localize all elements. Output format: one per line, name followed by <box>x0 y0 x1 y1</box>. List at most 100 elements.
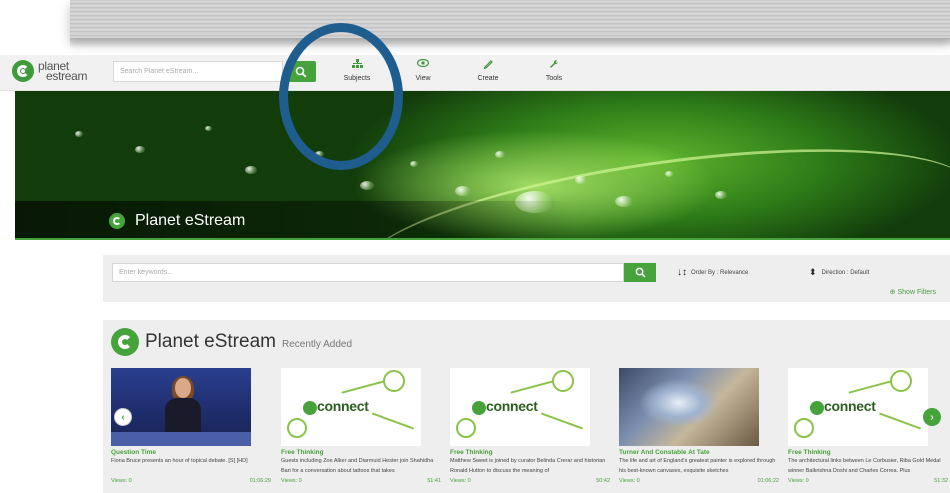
media-thumbnail[interactable]: connect <box>450 368 590 446</box>
connect-dot <box>472 401 486 415</box>
media-card[interactable]: Question Time Fiona Bruce presents an ho… <box>111 368 271 484</box>
media-meta: Views: 0 51:32 <box>788 478 948 484</box>
nav-tools[interactable]: Tools <box>524 59 584 82</box>
planet-estream-logo[interactable]: planet estream <box>12 60 88 82</box>
recently-added-brand: Planet eStream <box>145 331 276 352</box>
media-thumbnail[interactable]: connect <box>281 368 421 446</box>
header-search-input[interactable]: Search Planet eStream... <box>113 61 283 82</box>
hero-banner: Planet eStream <box>15 91 950 239</box>
planet-estream-mark-icon <box>111 328 139 356</box>
wrench-icon <box>524 59 584 71</box>
media-meta: Views: 0 51:41 <box>281 478 441 484</box>
connect-ring <box>456 418 476 438</box>
media-title[interactable]: Free Thinking <box>450 449 610 456</box>
connect-ring <box>794 418 814 438</box>
show-filters-label: Show Filters <box>897 289 936 296</box>
logo-mark-icon <box>12 60 34 82</box>
nav-view[interactable]: View <box>393 58 453 82</box>
water-drop <box>495 151 505 158</box>
chevron-left-icon: ‹ <box>121 411 125 423</box>
connect-logo-text: connect <box>317 398 369 414</box>
media-duration: 01:06:29 <box>249 478 271 484</box>
hero-divider <box>15 238 950 240</box>
eye-icon <box>393 58 453 71</box>
logo-text: planet estream <box>38 60 88 82</box>
connect-line <box>371 412 415 430</box>
connect-ring <box>890 370 912 392</box>
sort-icon: ↓↕ <box>677 267 687 278</box>
connect-line <box>540 412 584 430</box>
recently-added-heading: Planet eStream Recently Added <box>111 328 352 356</box>
nav-tools-label: Tools <box>545 75 563 82</box>
media-title[interactable]: Turner And Constable At Tate <box>619 449 779 456</box>
media-duration: 50:42 <box>596 478 610 484</box>
media-thumbnail[interactable]: connect <box>788 368 928 446</box>
media-duration: 51:41 <box>427 478 441 484</box>
media-description: The architectural links between Le Corbu… <box>788 458 941 474</box>
header-search-placeholder: Search Planet eStream... <box>120 68 199 75</box>
connect-line <box>341 380 385 394</box>
direction-label: Direction : Default <box>821 269 870 276</box>
order-by-select[interactable]: ↓↕ Order By : Relevance <box>677 267 748 278</box>
media-card[interactable]: connect Free Thinking The architectural … <box>788 368 948 484</box>
connect-logo-text: connect <box>486 398 538 414</box>
media-views: Views: 0 <box>281 478 302 484</box>
media-views: Views: 0 <box>450 478 471 484</box>
water-drop <box>665 171 674 177</box>
media-meta: Views: 0 50:42 <box>450 478 610 484</box>
water-drop <box>135 146 145 153</box>
connect-dot <box>303 401 317 415</box>
header-bar: planet estream Search Planet eStream... … <box>0 55 950 91</box>
connect-line <box>848 380 892 394</box>
hero-title: Planet eStream <box>109 212 245 230</box>
media-description: Matthew Sweet is joined by curator Belin… <box>450 458 606 474</box>
water-drop <box>575 176 587 184</box>
connect-logo-text: connect <box>824 398 876 414</box>
connect-ring <box>552 370 574 392</box>
media-title[interactable]: Question Time <box>111 449 271 456</box>
order-by-label: Order By : Relevance <box>691 269 749 276</box>
carousel-prev-button[interactable]: ‹ <box>114 408 132 426</box>
pencil-icon <box>458 59 518 71</box>
media-thumbnail[interactable] <box>111 368 251 446</box>
media-description: The life and art of England's greatest p… <box>619 458 776 474</box>
search-filter-panel: Enter keywords... ↓↕ Order By : Relevanc… <box>103 255 950 302</box>
media-meta: Views: 0 01:06:29 <box>111 478 271 484</box>
connect-ring <box>287 418 307 438</box>
water-drop <box>360 181 374 190</box>
media-views: Views: 0 <box>111 478 132 484</box>
sort-direction-icon: ⬍ <box>809 267 817 277</box>
carousel-next-button[interactable]: › <box>923 408 941 426</box>
media-card[interactable]: connect Free Thinking Guests including Z… <box>281 368 441 484</box>
connect-line <box>510 380 554 394</box>
media-card[interactable]: Turner And Constable At Tate The life an… <box>619 368 779 484</box>
media-thumbnail[interactable] <box>619 368 759 446</box>
search-icon <box>635 267 645 278</box>
media-title[interactable]: Free Thinking <box>788 449 948 456</box>
media-description: Guests including Zoe Alker and Diarmuid … <box>281 458 434 474</box>
connect-ring <box>383 370 405 392</box>
planet-estream-mark-icon <box>109 213 125 229</box>
nav-create-label: Create <box>477 75 499 82</box>
plus-circle-icon: ⊕ <box>889 289 896 296</box>
studio-desk <box>111 432 251 446</box>
show-filters-link[interactable]: ⊕ Show Filters <box>890 288 936 296</box>
keywords-input[interactable]: Enter keywords... <box>112 263 624 282</box>
page-root: planet estream Search Planet eStream... … <box>0 0 950 493</box>
media-card[interactable]: connect Free Thinking Matthew Sweet is j… <box>450 368 610 484</box>
presenter-head <box>175 378 191 398</box>
connect-line <box>878 412 922 430</box>
media-duration: 51:32 <box>934 478 948 484</box>
window-top-strip <box>70 0 950 48</box>
water-drop <box>75 131 83 137</box>
media-title[interactable]: Free Thinking <box>281 449 441 456</box>
hero-title-text: Planet eStream <box>135 212 246 229</box>
keywords-placeholder: Enter keywords... <box>119 269 174 276</box>
nav-create[interactable]: Create <box>458 59 518 82</box>
media-views: Views: 0 <box>788 478 809 484</box>
keywords-search-button[interactable] <box>624 263 656 282</box>
recently-added-section: Planet eStream Recently Added Question T… <box>103 320 950 493</box>
chevron-right-icon: › <box>930 411 934 423</box>
water-drop <box>205 126 212 131</box>
direction-select[interactable]: ⬍ Direction : Default <box>809 267 869 278</box>
